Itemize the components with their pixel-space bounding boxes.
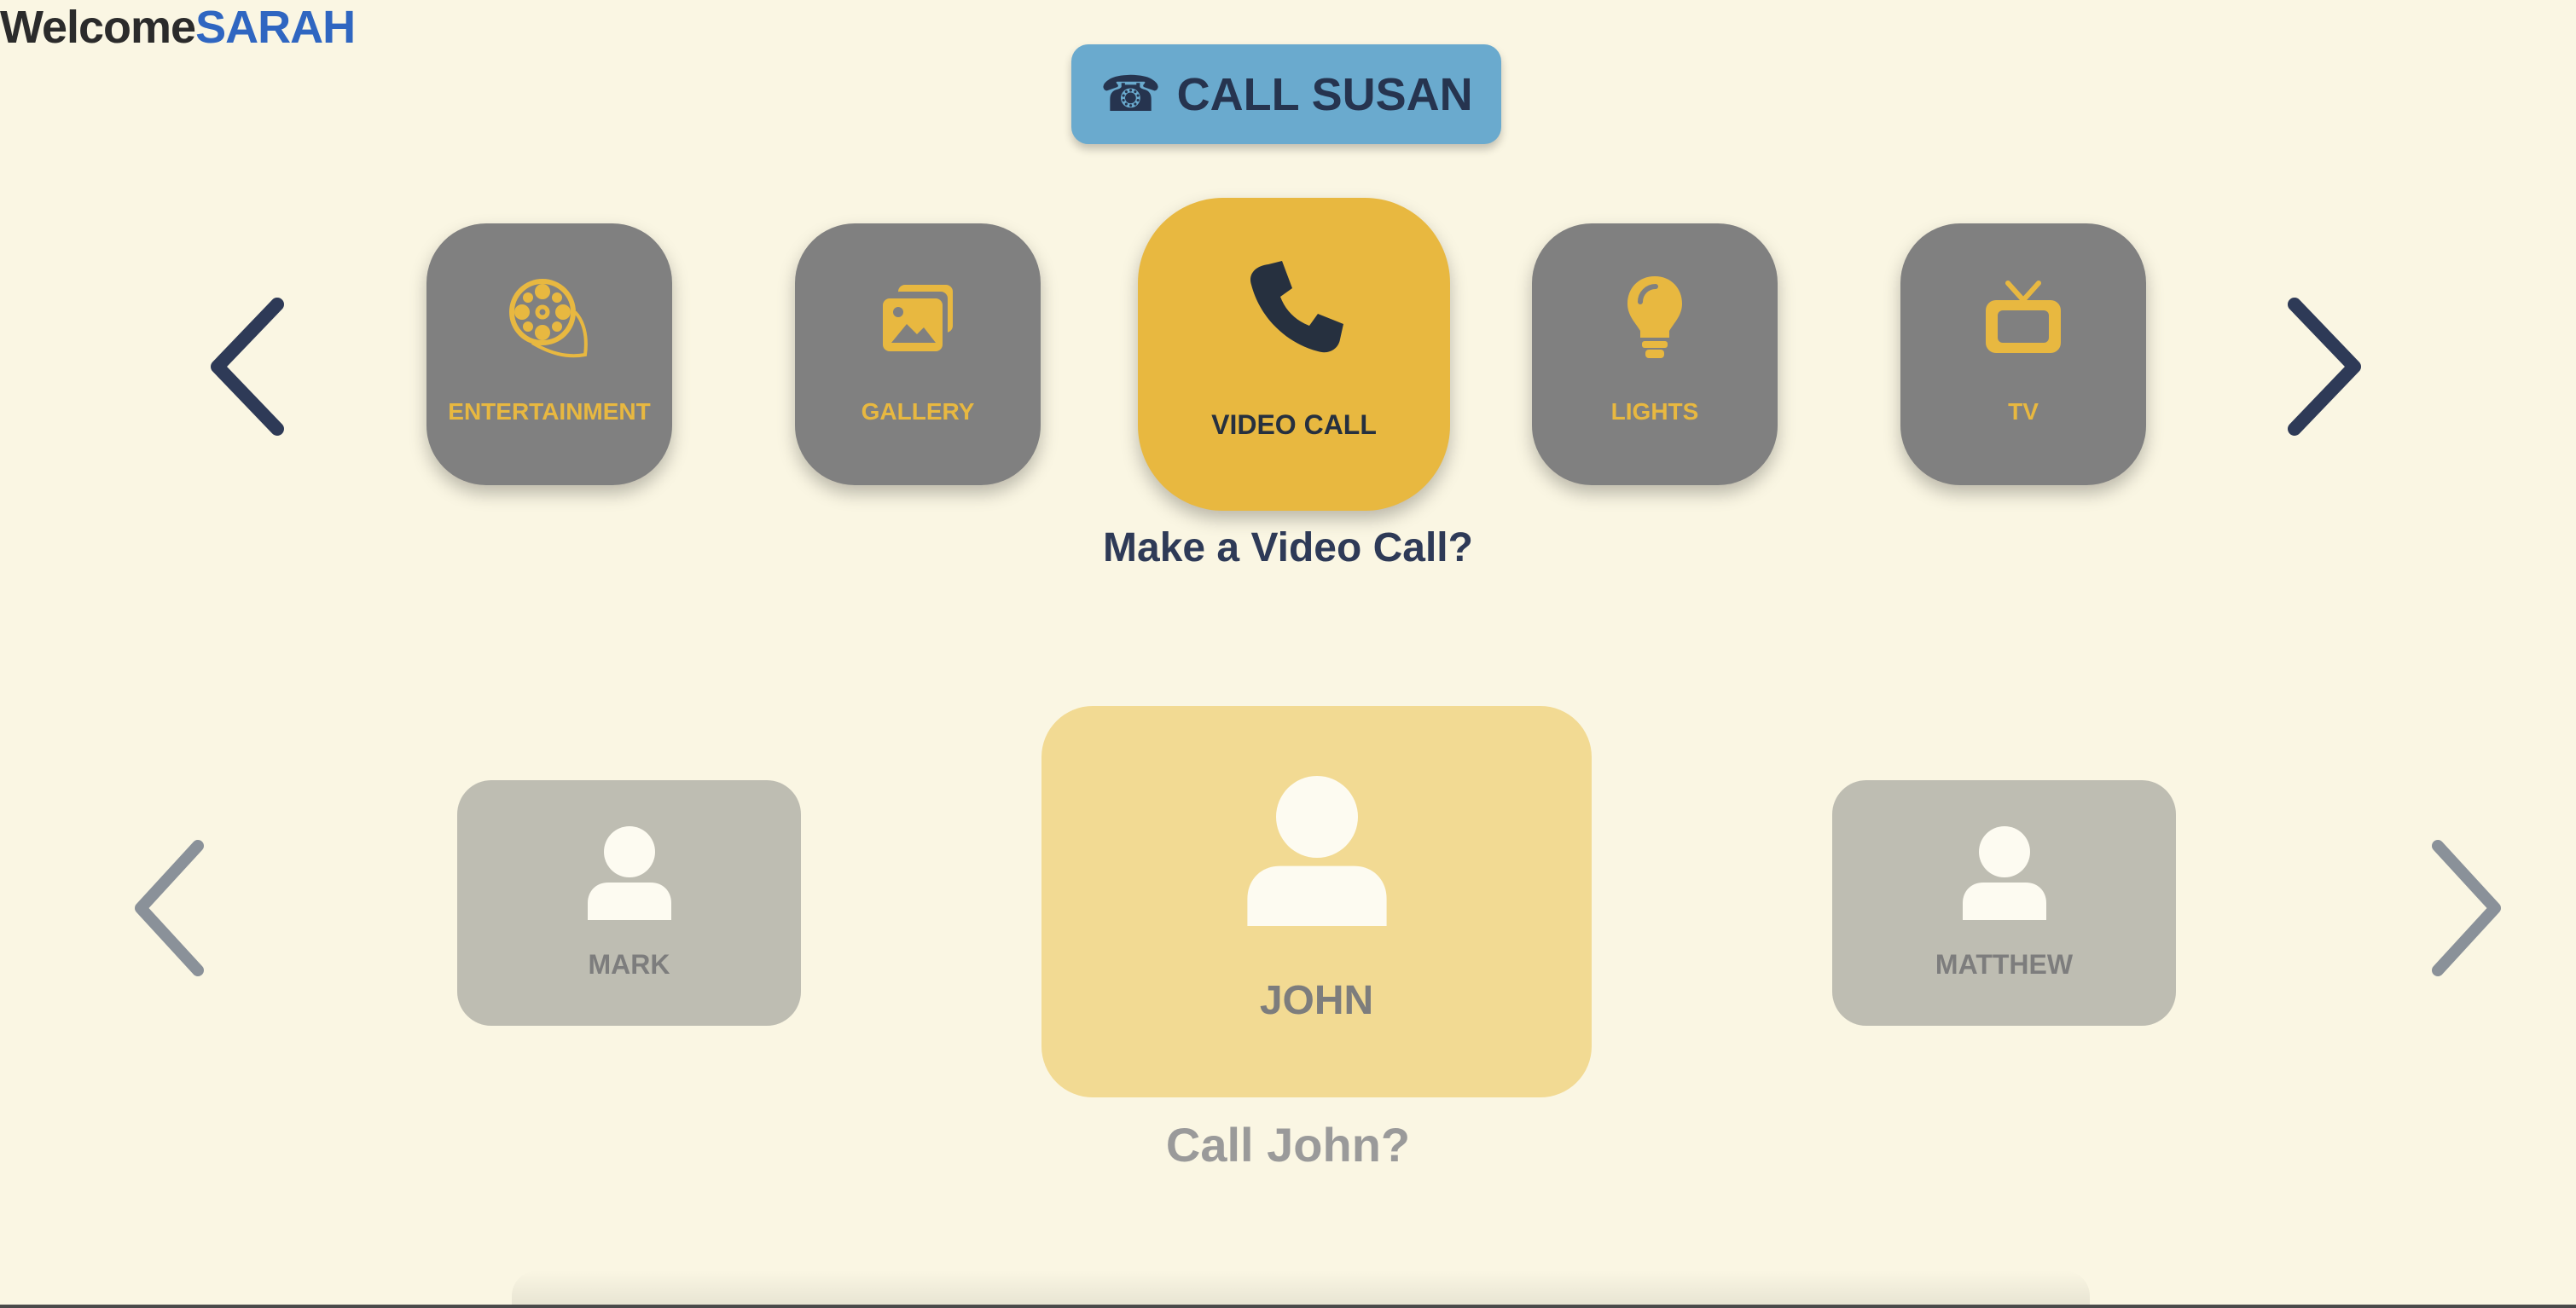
contact-prompt: Call John? bbox=[1165, 1118, 1411, 1172]
phone-icon bbox=[1243, 258, 1345, 364]
contact-name: MARK bbox=[588, 949, 670, 980]
menu-tile-tv[interactable]: TV bbox=[1900, 223, 2146, 485]
contact-card-matthew[interactable]: MATTHEW bbox=[1832, 780, 2176, 1026]
chevron-left-icon bbox=[135, 840, 204, 976]
menu-tile-label: GALLERY bbox=[861, 398, 975, 425]
menu-tile-label: VIDEO CALL bbox=[1211, 409, 1377, 440]
call-susan-button[interactable]: ☎ CALL SUSAN bbox=[1071, 44, 1501, 144]
film-reel-icon bbox=[507, 276, 592, 366]
contact-card-mark[interactable]: MARK bbox=[457, 780, 801, 1026]
person-icon bbox=[1958, 825, 2051, 924]
menu-tile-label: TV bbox=[2008, 398, 2039, 425]
menu-tile-video-call[interactable]: VIDEO CALL bbox=[1138, 198, 1450, 511]
menu-tile-gallery[interactable]: GALLERY bbox=[795, 223, 1041, 485]
call-susan-label: CALL SUSAN bbox=[1176, 68, 1473, 120]
menu-tile-entertainment[interactable]: ENTERTAINMENT bbox=[426, 223, 672, 485]
contact-name: MATTHEW bbox=[1935, 949, 2074, 980]
person-icon bbox=[1242, 776, 1392, 930]
menu-tile-label: LIGHTS bbox=[1610, 398, 1699, 425]
contact-name: JOHN bbox=[1259, 978, 1374, 1023]
menu-prev-arrow[interactable] bbox=[205, 294, 290, 439]
welcome-heading: WelcomeSARAH bbox=[0, 0, 356, 55]
user-name: SARAH bbox=[195, 2, 356, 53]
lightbulb-icon bbox=[1625, 275, 1685, 364]
contacts-prev-arrow[interactable] bbox=[128, 836, 213, 981]
menu-next-arrow[interactable] bbox=[2282, 294, 2367, 439]
contact-card-john[interactable]: JOHN bbox=[1041, 706, 1592, 1097]
person-icon bbox=[583, 825, 676, 924]
menu-tile-label: ENTERTAINMENT bbox=[448, 398, 651, 425]
images-icon bbox=[879, 283, 956, 360]
bottom-border bbox=[0, 1305, 2576, 1308]
welcome-text: Welcome bbox=[0, 2, 196, 53]
chevron-right-icon bbox=[2432, 840, 2501, 976]
menu-tile-lights[interactable]: LIGHTS bbox=[1532, 223, 1778, 485]
chevron-right-icon bbox=[2288, 298, 2361, 436]
tv-icon bbox=[1982, 278, 2064, 364]
contacts-next-arrow[interactable] bbox=[2422, 836, 2508, 981]
bottom-panel-edge bbox=[512, 1270, 2090, 1308]
chevron-left-icon bbox=[211, 298, 284, 436]
menu-prompt: Make a Video Call? bbox=[1103, 525, 1473, 570]
telephone-icon: ☎ bbox=[1099, 66, 1162, 122]
